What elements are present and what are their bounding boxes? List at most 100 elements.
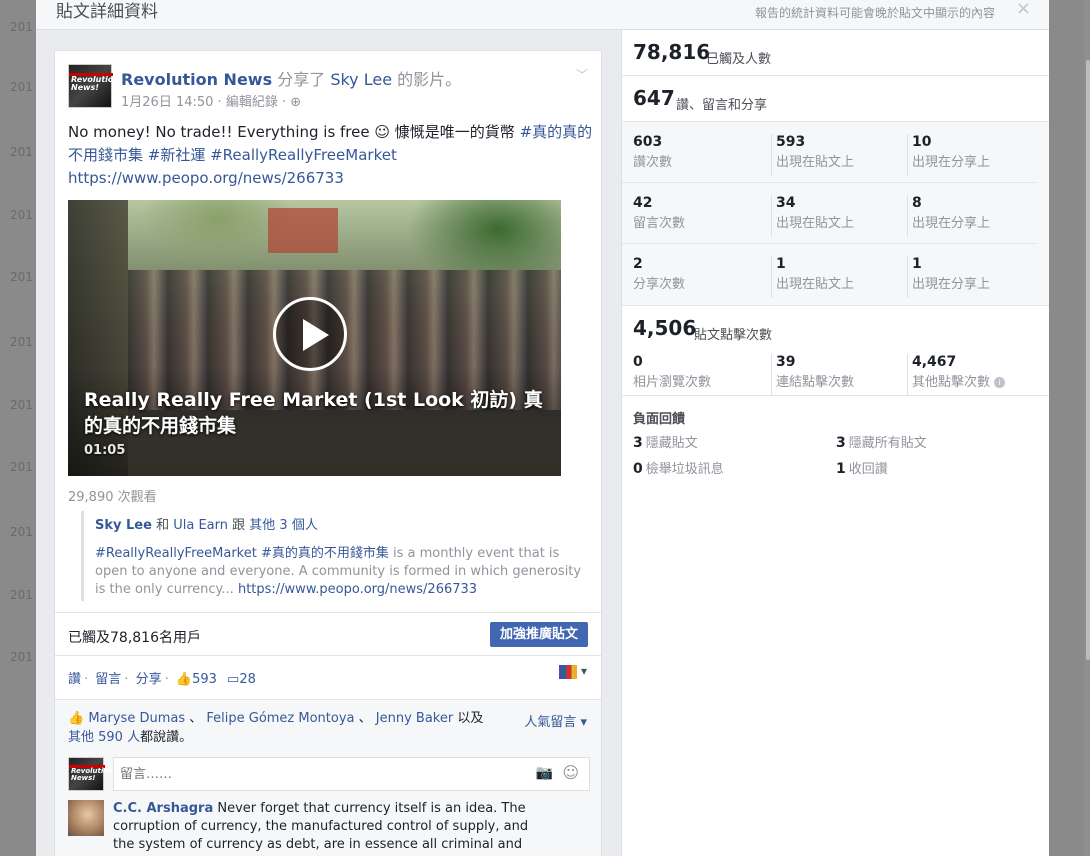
commenter-avatar: Revolution News! <box>68 757 113 791</box>
shared-user-b[interactable]: Ula Earn <box>173 518 228 533</box>
clicks-number: 4,506 <box>633 316 697 340</box>
post-preview: Revolution News! Revolution News 分享了 Sky… <box>54 50 602 856</box>
page-scrollbar[interactable] <box>1084 0 1090 856</box>
reach-summary: 78,816 已觸及人數 <box>622 30 1049 76</box>
comment-count[interactable]: 28 <box>239 672 256 687</box>
boost-post-button[interactable]: 加強推廣貼文 <box>489 622 588 647</box>
view-count: 29,890 次觀看 <box>68 490 157 505</box>
post-clicks: 4,506 貼文點擊次數 0 相片瀏覽次數 39 連結點擊次數 4,467 其他點擊次… <box>622 306 1049 396</box>
bg-year: 201 <box>10 145 33 159</box>
post-as-selector[interactable]: ▾ <box>559 664 587 679</box>
like-count[interactable]: 593 <box>192 672 217 687</box>
stats-delay-note: 報告的統計資料可能會晚於貼文中顯示的內容 <box>754 6 995 20</box>
shared-description: #ReallyReallyFreeMarket #真的真的不用錢市集 is a … <box>95 546 582 597</box>
comment-link[interactable]: 留言 <box>95 672 121 687</box>
engagement-summary: 647 讚、留言和分享 <box>622 76 1049 122</box>
bg-year: 201 <box>10 20 33 34</box>
other-clicks: 4,467 其他點擊次數 i <box>907 354 1037 396</box>
bg-year: 201 <box>10 398 33 412</box>
photo-views: 0 相片瀏覽次數 <box>633 354 712 390</box>
post-insights: 78,816 已觸及人數 647 讚、留言和分享 603 讚次數 593 出現在貼文… <box>621 30 1049 856</box>
clicks-label: 貼文點擊次數 <box>694 328 773 343</box>
video-player[interactable]: Really Really Free Market (1st Look 初訪) … <box>68 200 561 476</box>
liker-link[interactable]: Felipe Gómez Montoya <box>206 711 354 726</box>
share-link[interactable]: 分享 <box>136 672 162 687</box>
chevron-down-icon[interactable]: ﹀ <box>576 66 588 83</box>
shared-user-a[interactable]: Sky Lee <box>95 518 152 533</box>
bg-year: 201 <box>10 208 33 222</box>
page-name-link[interactable]: Revolution News <box>121 70 272 89</box>
globe-icon[interactable]: ⊕ <box>290 95 301 110</box>
edit-history-link[interactable]: 編輯紀錄 <box>226 95 278 110</box>
dialog-header: 貼文詳細資料 報告的統計資料可能會晚於貼文中顯示的內容 × <box>36 0 1049 30</box>
link-clicks: 39 連結點擊次數 <box>771 354 901 396</box>
camera-icon[interactable]: 📷 <box>536 765 553 781</box>
scrollbar-thumb[interactable] <box>1086 60 1090 660</box>
reached-users: 已觸及78,816名用戶 <box>68 630 201 646</box>
shared-original-post: Sky Lee 和 Ula Earn 跟 其他 3 個人 #ReallyReal… <box>81 511 591 601</box>
comments-row: 42 留言次數 34 出現在貼文上 8 出現在分享上 <box>622 183 1037 244</box>
reach-bar: 已觸及78,816名用戶 加強推廣貼文 <box>55 612 601 656</box>
post-link[interactable]: https://www.peopo.org/news/266733 <box>68 169 344 187</box>
post-actions: 讚 · 留言 · 分享 · 👍593 ▭28 <box>68 672 256 687</box>
shared-others-link[interactable]: 其他 3 個人 <box>249 518 318 533</box>
comment-box[interactable]: 📷 ☺ <box>113 757 590 791</box>
likes-row: 603 讚次數 593 出現在貼文上 10 出現在分享上 <box>622 122 1037 183</box>
other-likers-link[interactable]: 其他 590 人 <box>68 730 140 745</box>
liker-link[interactable]: Jenny Baker <box>376 711 453 726</box>
liker-link[interactable]: Maryse Dumas <box>88 711 185 726</box>
bg-year: 201 <box>10 525 33 539</box>
shared-verb: 分享了 <box>277 70 326 89</box>
hide-all-count: 3 隱藏所有貼文 <box>836 435 927 451</box>
thumbs-up-icon: 👍 <box>175 672 193 687</box>
comment-bubble-icon: ▭ <box>227 672 240 687</box>
shares-row: 2 分享次數 1 出現在貼文上 1 出現在分享上 <box>622 244 1037 305</box>
hide-post-count: 3 隱藏貼文 <box>633 435 698 451</box>
info-icon[interactable]: i <box>994 377 1006 388</box>
bg-year: 201 <box>10 270 33 284</box>
shared-person-link[interactable]: Sky Lee <box>330 70 392 89</box>
likers-summary: 👍 Maryse Dumas 、 Felipe Gómez Montoya 、 … <box>68 711 484 745</box>
spam-report-count: 0 檢舉垃圾訊息 <box>633 461 724 477</box>
comment-item: C.C. Arshagra Never forget that currency… <box>113 800 553 854</box>
unlike-count: 1 收回讚 <box>836 461 888 477</box>
video-duration: 01:05 <box>84 443 126 458</box>
shared-hashtags[interactable]: #ReallyReallyFreeMarket #真的真的不用錢市集 <box>95 546 389 561</box>
bg-year: 201 <box>10 650 33 664</box>
page-flag-icon <box>559 664 578 679</box>
post-author-line: Revolution News 分享了 Sky Lee 的影片。 <box>121 66 461 90</box>
close-icon[interactable]: × <box>1016 0 1031 19</box>
post-header: Revolution News! Revolution News 分享了 Sky… <box>68 64 588 112</box>
reach-label: 已觸及人數 <box>706 52 772 67</box>
comment-input[interactable] <box>120 764 520 784</box>
thumbs-up-icon: 👍 <box>68 711 85 726</box>
negative-feedback: 負面回饋 3 隱藏貼文 3 隱藏所有貼文 0 檢舉垃圾訊息 1 收回讚 <box>622 396 1049 477</box>
caret-down-icon: ▾ <box>580 664 587 678</box>
bg-year: 201 <box>10 335 33 349</box>
avatar-logo-text: Revolution News! <box>71 75 120 92</box>
play-button[interactable] <box>273 297 347 371</box>
emoji-icon[interactable]: ☺ <box>562 763 579 782</box>
negative-feedback-heading: 負面回饋 <box>633 412 686 427</box>
engagement-number: 647 <box>633 86 675 110</box>
shared-suffix: 的影片。 <box>397 70 462 89</box>
bg-year: 201 <box>10 80 33 94</box>
page-avatar[interactable]: Revolution News! <box>68 64 119 108</box>
post-timestamp[interactable]: 1月26日 14:50 <box>121 95 213 110</box>
top-comments-dropdown[interactable]: 人氣留言 ▾ <box>524 711 587 730</box>
post-details-dialog: 貼文詳細資料 報告的統計資料可能會晚於貼文中顯示的內容 × Revolution… <box>36 0 1049 856</box>
like-link[interactable]: 讚 <box>68 672 81 687</box>
dialog-title: 貼文詳細資料 <box>56 2 158 22</box>
engagement-breakdown: 603 讚次數 593 出現在貼文上 10 出現在分享上 42 留言次數 34 出現在貼文… <box>622 122 1049 306</box>
shared-link[interactable]: https://www.peopo.org/news/266733 <box>238 582 477 597</box>
comment-author-avatar[interactable] <box>68 800 104 836</box>
shared-with-line: Sky Lee 和 Ula Earn 跟 其他 3 個人 <box>95 518 318 533</box>
post-text-plain: No money! No trade!! Everything is free … <box>68 123 515 141</box>
post-message: No money! No trade!! Everything is free … <box>68 121 593 190</box>
avatar-logo-text: Revolution News! <box>71 767 114 782</box>
post-meta: 1月26日 14:50 · 編輯紀錄 · ⊕ <box>121 95 302 110</box>
video-frame-pagoda <box>268 208 338 253</box>
video-title: Really Really Free Market (1st Look 初訪) … <box>84 389 543 437</box>
engagement-label: 讚、留言和分享 <box>676 98 768 113</box>
comment-author-link[interactable]: C.C. Arshagra <box>113 801 213 816</box>
